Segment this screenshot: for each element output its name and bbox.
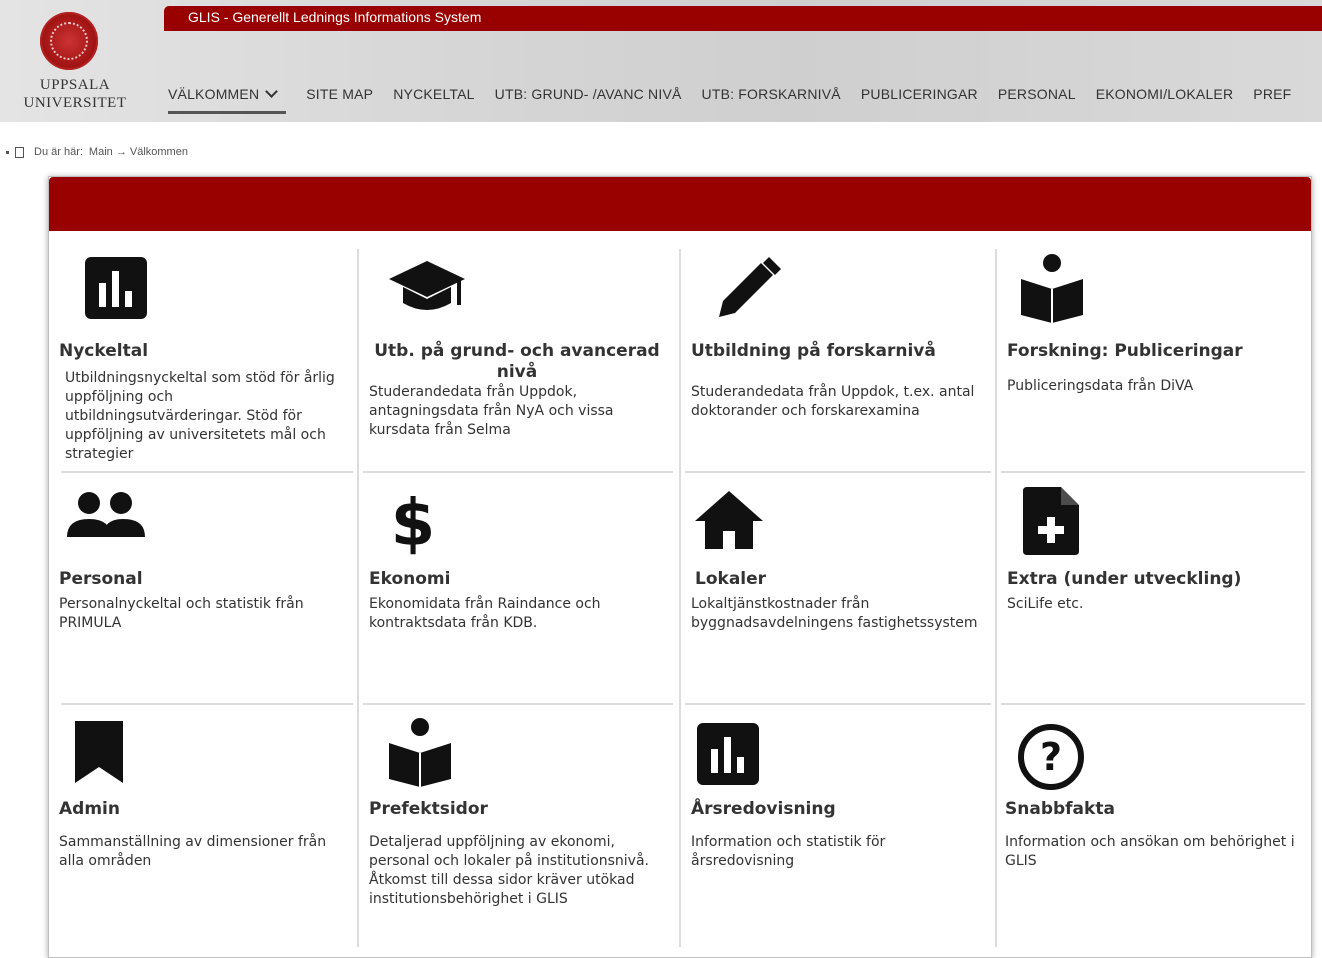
breadcrumb: Du är här: Main → Välkommen	[6, 146, 188, 158]
nav-item-utb-forskarniva[interactable]: UTB: FORSKARNIVÅ	[702, 86, 841, 114]
tile-prefektsidor[interactable]: Prefektsidor Detaljerad uppföljning av e…	[363, 709, 673, 949]
tile-title: Ekonomi	[369, 569, 451, 589]
logo-line-1: UPPSALA	[39, 77, 111, 93]
tile-publiceringar[interactable]: Forskning: Publiceringar Publiceringsdat…	[1001, 245, 1305, 469]
tile-title: Nyckeltal	[59, 341, 149, 361]
university-seal-icon	[40, 12, 98, 70]
bar-chart-icon	[697, 723, 759, 785]
tile-description: Studerandedata från Uppdok, antagningsda…	[369, 384, 614, 438]
breadcrumb-path[interactable]: Main → Välkommen	[89, 146, 188, 158]
pencil-icon	[719, 257, 781, 317]
tile-title: Årsredovisning	[691, 799, 836, 819]
tile-description: Ekonomidata från Raindance och kontrakts…	[369, 596, 601, 631]
tile-ekonomi[interactable]: $ Ekonomi Ekonomidata från Raindance och…	[363, 477, 673, 701]
nav-item-site-map[interactable]: SITE MAP	[306, 86, 373, 114]
svg-text:$: $	[391, 487, 435, 557]
tile-title: Utbildning på forskarnivå	[691, 341, 936, 361]
nav-item-valkommen[interactable]: VÄLKOMMEN	[168, 85, 287, 114]
tile-description: Publiceringsdata från DiVA	[1007, 378, 1194, 394]
tile-title: Prefektsidor	[369, 799, 488, 819]
system-title: GLIS - Generellt Lednings Informations S…	[188, 9, 482, 25]
tile-description: Information och statistik för årsredovis…	[691, 834, 886, 869]
tile-title: Snabbfakta	[1005, 799, 1115, 819]
page-icon	[15, 146, 24, 158]
divider	[679, 249, 681, 947]
reader-icon	[1021, 254, 1083, 323]
breadcrumb-label: Du är här:	[34, 146, 83, 158]
logo-text: UPPSALA UNIVERSITET	[10, 76, 140, 112]
tile-title: Admin	[59, 799, 120, 819]
svg-text:?: ?	[1040, 735, 1062, 779]
dollar-icon: $	[391, 487, 435, 557]
content-panel: Nyckeltal Utbildningsnyckeltal som stöd …	[48, 176, 1312, 958]
main-nav: VÄLKOMMEN SITE MAP NYCKELTAL UTB: GRUND-…	[168, 85, 1311, 114]
people-icon	[67, 492, 145, 537]
divider	[995, 249, 997, 947]
tile-nyckeltal[interactable]: Nyckeltal Utbildningsnyckeltal som stöd …	[59, 245, 349, 469]
divider	[685, 703, 991, 705]
nav-item-publiceringar[interactable]: PUBLICERINGAR	[861, 86, 978, 114]
reader-icon	[389, 718, 451, 787]
graduation-cap-icon	[389, 261, 465, 310]
divider	[1001, 471, 1305, 473]
tile-title: Personal	[59, 569, 143, 589]
site-header: GLIS - Generellt Lednings Informations S…	[0, 0, 1322, 122]
nav-label: VÄLKOMMEN	[168, 86, 260, 102]
tile-extra[interactable]: Extra (under utveckling) SciLife etc.	[1001, 477, 1305, 701]
divider	[61, 471, 353, 473]
divider	[61, 703, 353, 705]
tile-description: Sammanställning av dimensioner från alla…	[59, 834, 327, 869]
chevron-down-icon	[265, 85, 279, 98]
nav-item-pref[interactable]: PREF	[1253, 86, 1291, 114]
tile-personal[interactable]: Personal Personalnyckeltal och statistik…	[59, 477, 349, 701]
tile-title: Utb. på grund- och avancerad nivå	[374, 341, 660, 382]
home-icon	[695, 491, 763, 549]
divider	[357, 249, 359, 947]
nav-item-personal[interactable]: PERSONAL	[998, 86, 1076, 114]
tile-utb-grund[interactable]: Utb. på grund- och avancerad nivå Studer…	[363, 245, 673, 469]
tile-snabbfakta[interactable]: ? Snabbfakta Information och ansökan om …	[1001, 709, 1305, 949]
divider	[685, 471, 991, 473]
bullet-icon	[6, 150, 9, 154]
tile-admin[interactable]: Admin Sammanställning av dimensioner frå…	[59, 709, 349, 949]
divider	[363, 471, 673, 473]
question-circle-icon: ?	[1018, 724, 1084, 790]
tile-description: Information och ansökan om behörighet i …	[1005, 834, 1295, 869]
divider	[363, 703, 673, 705]
file-plus-icon	[1023, 487, 1079, 555]
nav-item-utb-grund[interactable]: UTB: GRUND- /AVANC NIVÅ	[495, 86, 682, 114]
tile-utb-forskarniva[interactable]: Utbildning på forskarnivå Studerandedata…	[685, 245, 991, 469]
tile-title: Extra (under utveckling)	[1007, 569, 1242, 589]
tile-title: Lokaler	[695, 569, 767, 589]
bookmark-icon	[75, 721, 123, 783]
university-logo[interactable]: UPPSALA UNIVERSITET	[0, 8, 150, 118]
divider	[1001, 703, 1305, 705]
panel-header	[49, 177, 1311, 231]
nav-item-nyckeltal[interactable]: NYCKELTAL	[393, 86, 474, 114]
tile-description: SciLife etc.	[1007, 596, 1084, 612]
tile-description: Personalnyckeltal och statistik från PRI…	[59, 596, 304, 631]
tile-arsredovisning[interactable]: Årsredovisning Information och statistik…	[685, 709, 991, 949]
nav-item-ekonomi-lokaler[interactable]: EKONOMI/LOKALER	[1096, 86, 1234, 114]
bar-chart-icon	[85, 257, 147, 319]
tile-lokaler[interactable]: Lokaler Lokaltjänstkostnader från byggna…	[685, 477, 991, 701]
tile-title: Forskning: Publiceringar	[1007, 341, 1243, 361]
system-title-bar: GLIS - Generellt Lednings Informations S…	[164, 6, 1322, 31]
logo-line-2: UNIVERSITET	[23, 95, 127, 111]
tile-description: Studerandedata från Uppdok, t.ex. antal …	[691, 384, 975, 419]
tile-description: Utbildningsnyckeltal som stöd för årlig …	[65, 370, 335, 462]
tile-description: Lokaltjänstkostnader från byggnadsavdeln…	[691, 596, 978, 631]
tile-description: Detaljerad uppföljning av ekonomi, perso…	[369, 834, 649, 907]
